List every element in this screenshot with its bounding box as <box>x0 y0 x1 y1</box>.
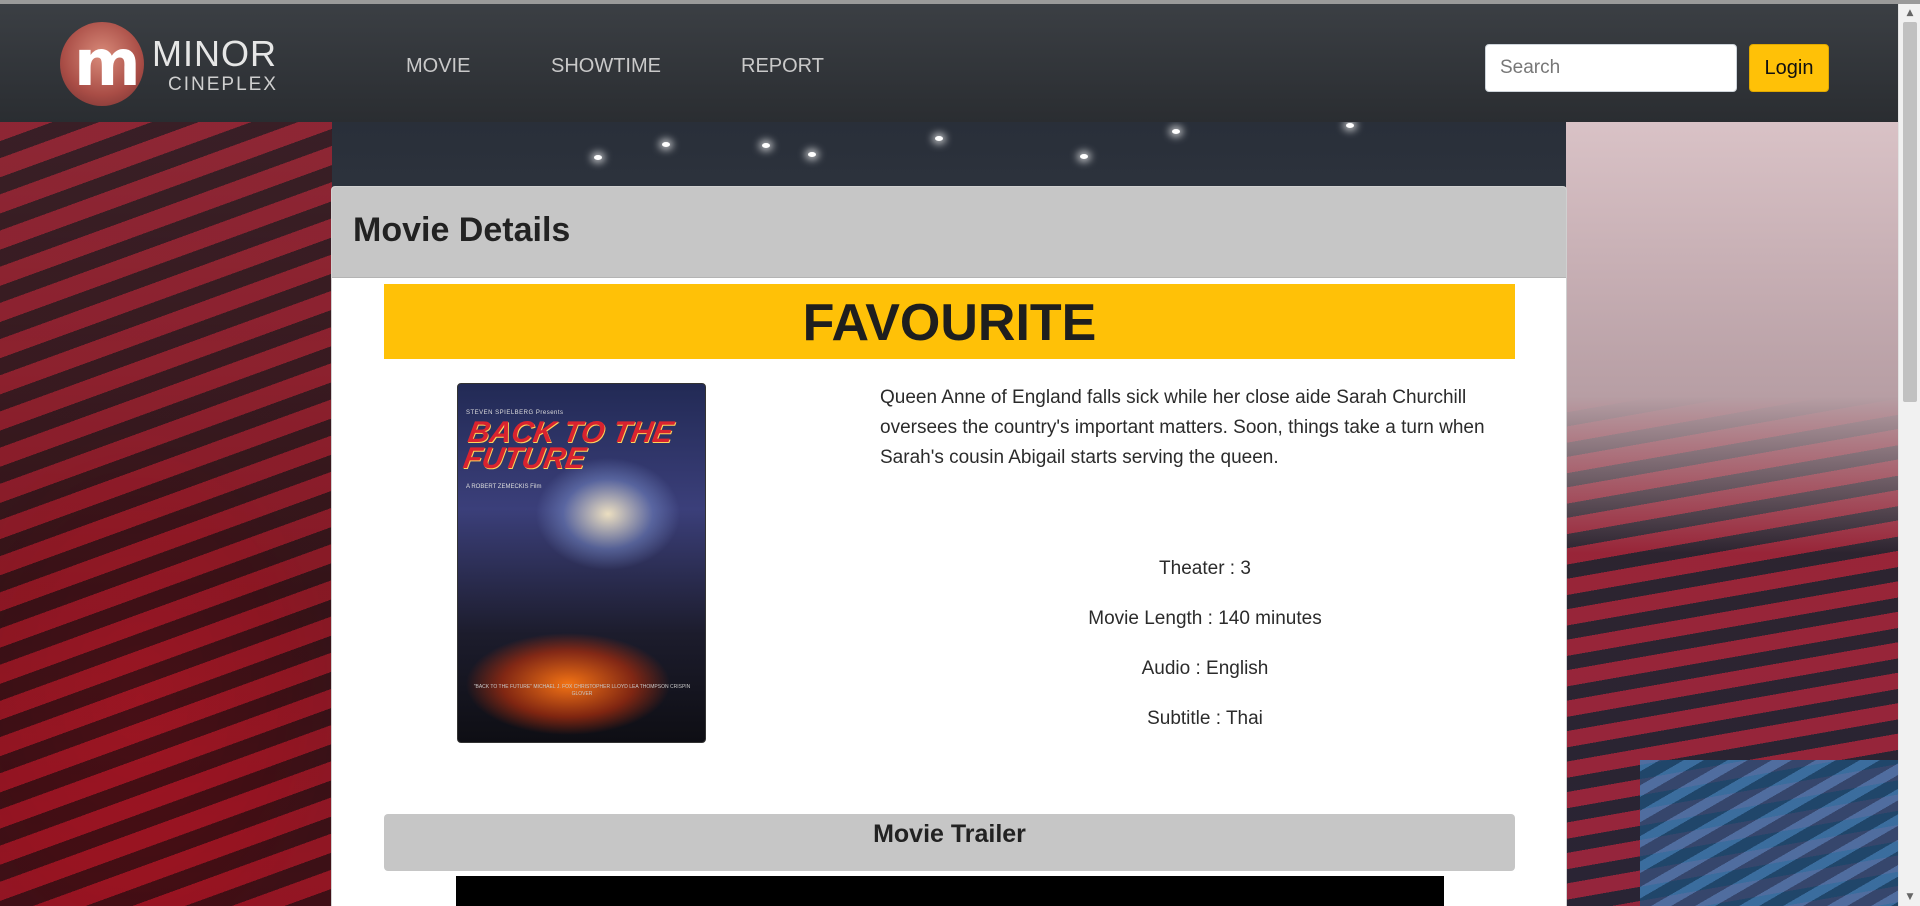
scroll-thumb[interactable] <box>1903 22 1917 402</box>
nav-link-report[interactable]: REPORT <box>741 54 824 78</box>
nav-link-showtime[interactable]: SHOWTIME <box>551 54 661 78</box>
movie-poster-image: STEVEN SPIELBERG Presents BACK TO THE FU… <box>457 383 706 743</box>
navbar: m MINOR CINEPLEX MOVIE SHOWTIME REPORT L… <box>0 4 1898 122</box>
trailer-video-player[interactable] <box>456 876 1444 906</box>
detail-theater: Theater : 3 <box>1159 558 1251 579</box>
movie-title-banner: FAVOURITE <box>384 284 1515 359</box>
page-scrollbar[interactable]: ▲ ▼ <box>1898 4 1920 906</box>
card-header: Movie Details <box>332 187 1566 278</box>
login-button[interactable]: Login <box>1749 44 1829 92</box>
trailer-header: Movie Trailer <box>384 814 1515 871</box>
page-title: Movie Details <box>353 211 571 249</box>
movie-title: FAVOURITE <box>802 294 1097 352</box>
trailer-title: Movie Trailer <box>873 820 1026 848</box>
logo-name: MINOR <box>152 33 277 74</box>
scroll-up-arrow-icon[interactable]: ▲ <box>1899 4 1920 22</box>
logo-emblem-icon: m <box>60 22 144 106</box>
poster-title-text: BACK TO THE FUTURE <box>460 416 676 475</box>
poster-credits-text: "BACK TO THE FUTURE" MICHAEL J. FOX CHRI… <box>473 684 691 697</box>
logo-letter: m <box>74 27 141 101</box>
movie-details-card: Movie Details FAVOURITE STEVEN SPIELBERG… <box>331 186 1567 906</box>
scroll-down-arrow-icon[interactable]: ▼ <box>1899 888 1920 906</box>
background-seats-left <box>0 122 332 906</box>
search-input[interactable] <box>1485 44 1737 92</box>
detail-subtitle: Subtitle : Thai <box>1147 708 1263 729</box>
detail-audio: Audio : English <box>1141 658 1269 679</box>
poster-director-text: A ROBERT ZEMECKIS Film <box>466 484 542 490</box>
background-stairs <box>1640 760 1900 906</box>
movie-description: Queen Anne of England falls sick while h… <box>880 387 1485 468</box>
detail-movie-length: Movie Length : 140 minutes <box>1088 608 1322 629</box>
logo[interactable]: m MINOR CINEPLEX <box>60 22 280 112</box>
nav-link-movie[interactable]: MOVIE <box>406 54 470 78</box>
logo-subtitle: CINEPLEX <box>168 74 278 95</box>
